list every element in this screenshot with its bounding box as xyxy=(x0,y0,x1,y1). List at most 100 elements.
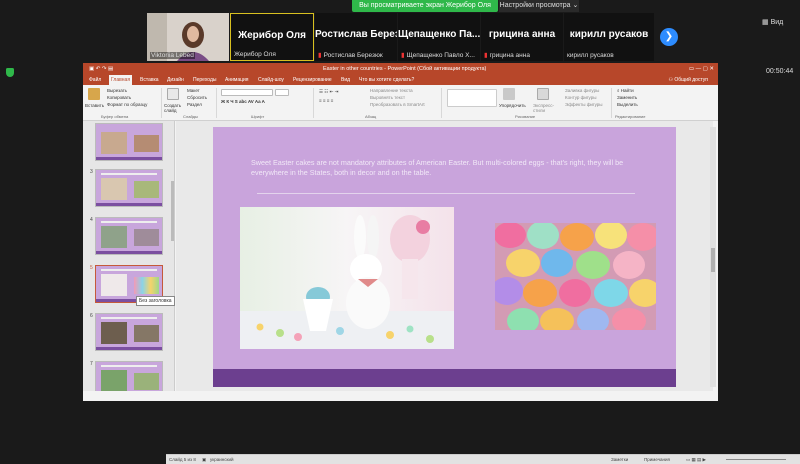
participant-tile[interactable]: кирилл русаков кирилл русаков xyxy=(564,13,654,61)
tab-view[interactable]: Вид xyxy=(339,75,352,85)
grid-icon: ▦ xyxy=(762,19,769,26)
select-button[interactable]: Выделить xyxy=(617,102,638,107)
find-button[interactable]: ⌕ Найти xyxy=(617,88,634,93)
paste-icon[interactable] xyxy=(88,88,100,100)
thumbnail-photo xyxy=(101,370,127,391)
bunny-photo[interactable] xyxy=(240,207,454,349)
next-participants-button[interactable]: ❯ xyxy=(660,28,678,46)
language-indicator[interactable]: украинский xyxy=(210,455,233,464)
layout-button[interactable]: Макет xyxy=(187,88,200,93)
new-slide-button[interactable]: Создать слайд xyxy=(164,103,184,113)
slide-text-box[interactable]: Sweet Easter cakes are not mandatory att… xyxy=(251,158,627,178)
canvas-scrollbar-thumb[interactable] xyxy=(711,248,715,272)
participant-tile[interactable]: Щепащенко Па... ▮ Щепащенко Павло Х... xyxy=(398,13,480,61)
comments-button[interactable]: Примечания xyxy=(644,455,670,464)
shape-effects-button[interactable]: Эффекты фигуры xyxy=(565,102,603,107)
participant-tile-active[interactable]: Жерибор Оля Жерибор Оля xyxy=(230,13,314,61)
thumbnail-band xyxy=(96,347,162,350)
tab-insert[interactable]: Вставка xyxy=(138,75,161,85)
participant-big-name: Ростислав Берез... xyxy=(315,29,397,40)
group-paragraph: Абзац xyxy=(365,114,377,119)
screen-share-banner: Вы просматриваете экран Жерибор Оля xyxy=(352,0,498,12)
align-text-button[interactable]: Выровнять текст xyxy=(370,95,405,100)
view-options-button[interactable]: Настройки просмотра ⌄ xyxy=(499,0,579,12)
share-button[interactable]: ⚇ Общий доступ xyxy=(667,75,710,85)
shape-outline-button[interactable]: Контур фигуры xyxy=(565,95,596,100)
window-controls[interactable]: ▭ — ▢ ✕ xyxy=(689,63,714,75)
participant-name-row: ▮ грицина анна xyxy=(484,51,530,59)
spellcheck-icon[interactable]: ▣ xyxy=(202,455,206,464)
thumbnail-scrollbar[interactable] xyxy=(171,181,174,241)
shape-fill-button[interactable]: Заливка фигуры xyxy=(565,88,599,93)
copy-button[interactable]: Копировать xyxy=(107,95,131,100)
tab-animations[interactable]: Анимация xyxy=(223,75,250,85)
share-label: Общий доступ xyxy=(674,77,708,83)
participant-name: Ростислав Березюк xyxy=(323,52,383,59)
participant-tile[interactable]: Viktoriia Lebed xyxy=(147,13,229,61)
tab-slideshow[interactable]: Слайд-шоу xyxy=(256,75,286,85)
participant-big-name: грицина анна xyxy=(488,29,556,40)
group-drawing: Рисование xyxy=(515,114,536,119)
align-buttons[interactable]: ≡ ≡ ≡ ≡ xyxy=(319,98,333,103)
list-buttons[interactable]: ☰ ☷ ⇤ ⇥ xyxy=(319,89,338,95)
tell-me-search[interactable]: Что вы хотите сделать? xyxy=(357,75,416,85)
eggs-photo[interactable] xyxy=(495,223,656,330)
thumbnail-photo xyxy=(134,325,159,342)
participant-tile[interactable]: Ростислав Берез... ▮Ростислав Березюк xyxy=(315,13,397,61)
group-slides: Слайды xyxy=(183,114,198,119)
quick-access-icons[interactable]: ▣ ↶ ↷ ▤ xyxy=(89,63,113,75)
tab-home[interactable]: Главная xyxy=(109,75,133,85)
shapes-gallery[interactable] xyxy=(447,89,497,107)
slide-thumbnail[interactable] xyxy=(95,169,163,207)
notes-button[interactable]: Заметки xyxy=(611,455,628,464)
thumbnail-band xyxy=(96,157,162,160)
reset-button[interactable]: Сбросить xyxy=(187,95,207,100)
cut-button[interactable]: Вырезать xyxy=(107,88,127,93)
slide-thumbnail[interactable] xyxy=(95,123,163,161)
paste-button[interactable]: Вставить xyxy=(85,103,104,108)
view-label: Вид xyxy=(770,19,784,26)
slide-number: 3 xyxy=(90,169,93,175)
participant-name-row: ▮ Ростислав Березюк xyxy=(318,51,383,59)
text-direction-button[interactable]: Направление текста xyxy=(370,88,413,93)
slide-thumbnail[interactable] xyxy=(95,361,163,391)
view-button[interactable]: ▦ Вид xyxy=(762,18,783,26)
arrange-icon[interactable] xyxy=(503,88,515,100)
new-slide-icon[interactable] xyxy=(167,88,179,100)
view-mode-icons[interactable]: ▭ ▦ ▤ ▶ xyxy=(686,455,706,464)
thumbnail-text xyxy=(101,173,157,175)
thumbnail-photo xyxy=(134,135,159,152)
slide-footer-band xyxy=(213,369,676,387)
quick-styles-icon[interactable] xyxy=(537,88,549,100)
participant-name: Щепащенко Павло Х... xyxy=(406,52,475,59)
ribbon-home: Вставить Вырезать Копировать Формат по о… xyxy=(83,85,718,121)
arrange-button[interactable]: Упорядочить xyxy=(499,103,526,108)
font-name-dropdown[interactable] xyxy=(221,89,273,96)
tab-transitions[interactable]: Переходы xyxy=(191,75,218,85)
smartart-button[interactable]: Преобразовать в SmartArt xyxy=(370,102,425,107)
slide[interactable]: Sweet Easter cakes are not mandatory att… xyxy=(213,127,676,387)
participant-big-name: кирилл русаков xyxy=(569,29,649,40)
section-button[interactable]: Раздел xyxy=(187,102,202,107)
slide-thumbnail[interactable] xyxy=(95,217,163,255)
mic-muted-icon: ▮ xyxy=(401,52,405,59)
tab-review[interactable]: Рецензирование xyxy=(291,75,334,85)
font-size-dropdown[interactable] xyxy=(275,89,289,96)
group-divider xyxy=(611,88,612,118)
tab-file[interactable]: Файл xyxy=(87,75,103,85)
thumbnail-photo xyxy=(101,132,127,154)
font-format-buttons[interactable]: Ж К Ч S abc AV Aa A xyxy=(221,99,265,104)
participant-tile[interactable]: грицина анна ▮ грицина анна xyxy=(481,13,563,61)
slide-thumbnail[interactable] xyxy=(95,313,163,351)
status-bar: Слайд 5 из 8 ▣ украинский Заметки Примеч… xyxy=(166,454,800,464)
zoom-slider[interactable] xyxy=(726,459,786,460)
replace-button[interactable]: Заменить xyxy=(617,95,637,100)
quick-styles-button[interactable]: Экспресс-стили xyxy=(533,103,559,113)
slide-divider xyxy=(257,193,635,194)
group-clipboard: Буфер обмена xyxy=(101,114,129,119)
format-painter-button[interactable]: Формат по образцу xyxy=(107,102,147,107)
tab-design[interactable]: Дизайн xyxy=(165,75,186,85)
chevron-right-icon: ❯ xyxy=(664,31,674,42)
slide-thumbnail-panel[interactable]: 3 4 5 6 7 xyxy=(83,121,175,391)
security-shield-icon[interactable] xyxy=(6,68,14,77)
